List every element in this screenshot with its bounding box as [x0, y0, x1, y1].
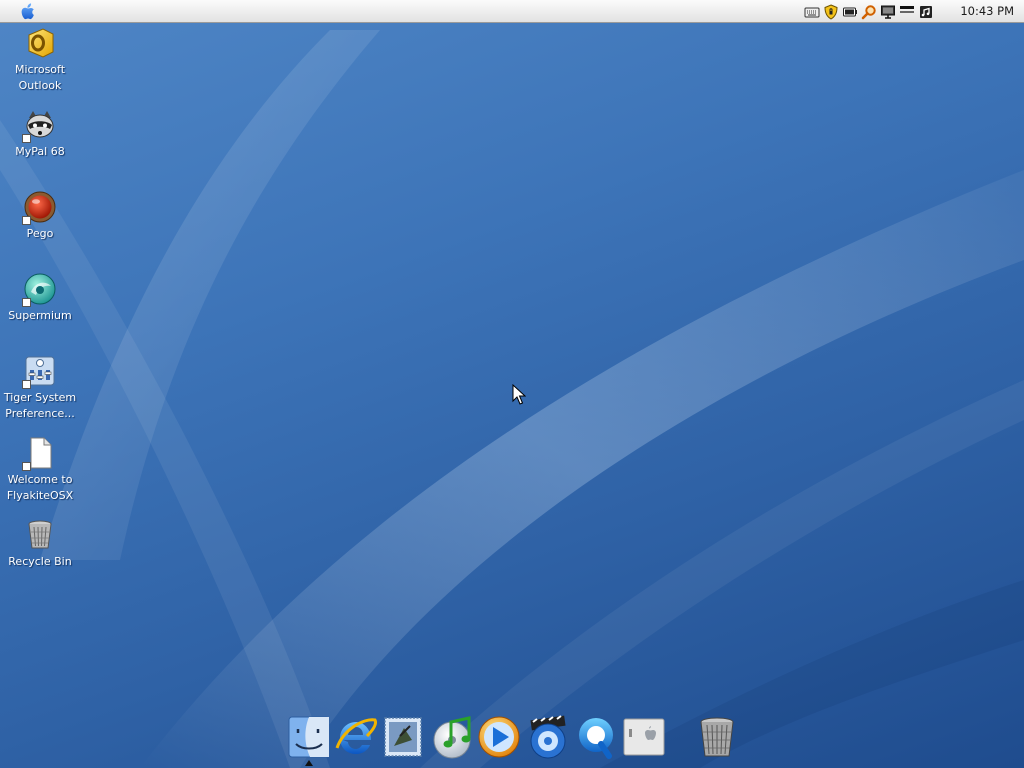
- volume-icon[interactable]: [918, 4, 934, 20]
- finder-icon[interactable]: [286, 714, 332, 760]
- search-icon[interactable]: [861, 4, 877, 20]
- desktop-icon-recycle-bin[interactable]: Recycle Bin: [2, 518, 78, 570]
- battery-icon[interactable]: [842, 4, 858, 20]
- desktop-icon-microsoft-outlook[interactable]: Microsoft Outlook: [2, 26, 78, 94]
- desktop-icon-label: Supermium: [8, 309, 72, 322]
- desktop-icon-mypal[interactable]: MyPal 68: [2, 108, 78, 160]
- system-icon[interactable]: [621, 714, 667, 760]
- desktop-icon-label: Microsoft Outlook: [14, 63, 66, 92]
- shortcut-arrow-icon: [22, 298, 31, 307]
- trash-icon[interactable]: [694, 714, 740, 760]
- shortcut-arrow-icon: [22, 380, 31, 389]
- desktop-icon-label: Pego: [26, 227, 54, 240]
- desktop-icon-pego[interactable]: Pego: [2, 190, 78, 242]
- desktop-icon-welcome-flyakiteosx[interactable]: Welcome to FlyakiteOSX: [2, 436, 78, 504]
- shortcut-arrow-icon: [22, 134, 31, 143]
- itunes-icon[interactable]: [429, 714, 475, 760]
- apple-logo-icon[interactable]: [18, 2, 38, 21]
- menu-bar-clock[interactable]: 10:43 PM: [960, 4, 1014, 18]
- quicktime-icon[interactable]: [573, 714, 619, 760]
- mail-icon[interactable]: [380, 714, 426, 760]
- outlook-icon: [28, 28, 54, 58]
- internet-explorer-icon[interactable]: [333, 714, 379, 760]
- network-icon[interactable]: [899, 4, 915, 20]
- desktop: 10:43 PM Microsoft Outlook MyPal 68 Pego…: [0, 0, 1024, 768]
- security-shield-icon[interactable]: [823, 4, 839, 20]
- desktop-icon-label: Tiger System Preference...: [3, 391, 77, 420]
- recycle-bin-icon: [28, 520, 52, 549]
- monitor-icon[interactable]: [880, 4, 896, 20]
- desktop-icon-label: Recycle Bin: [8, 555, 72, 568]
- media-player-icon[interactable]: [476, 714, 522, 760]
- shortcut-arrow-icon: [22, 462, 31, 471]
- desktop-icon-label: MyPal 68: [15, 145, 65, 158]
- mouse-cursor-icon: [512, 384, 526, 405]
- shortcut-arrow-icon: [22, 216, 31, 225]
- finder-running-indicator: [305, 760, 313, 766]
- desktop-icon-label: Welcome to FlyakiteOSX: [6, 473, 74, 502]
- system-tray: [804, 4, 934, 20]
- dvd-player-icon[interactable]: [525, 714, 571, 760]
- keyboard-icon[interactable]: [804, 4, 820, 20]
- desktop-icon-supermium[interactable]: Supermium: [2, 272, 78, 324]
- desktop-icon-tiger-system-preferences[interactable]: Tiger System Preference...: [2, 354, 78, 422]
- menu-bar: 10:43 PM: [0, 0, 1024, 23]
- dock: [0, 708, 1024, 768]
